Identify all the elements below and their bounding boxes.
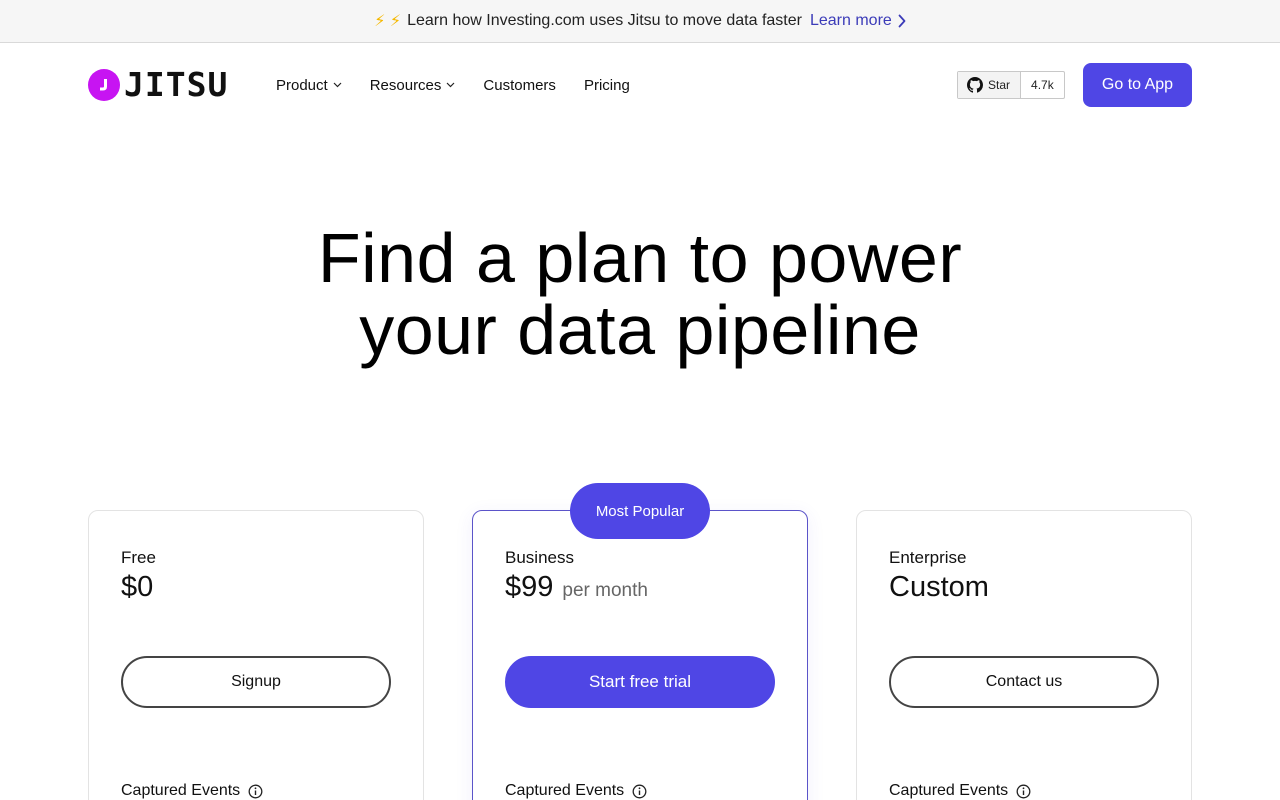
feature-label: Captured Events	[121, 782, 241, 799]
announcement-text: Learn how Investing.com uses Jitsu to mo…	[407, 12, 802, 29]
github-icon	[967, 77, 983, 93]
info-icon[interactable]	[632, 784, 647, 799]
start-free-trial-button[interactable]: Start free trial	[505, 656, 775, 708]
chevron-down-icon	[446, 82, 455, 88]
feature-captured-events: Captured Events	[121, 782, 263, 800]
chevron-down-icon	[333, 82, 342, 88]
hero-line-2: your data pipeline	[359, 291, 921, 369]
nav-item-label: Product	[276, 76, 328, 94]
nav-item-resources[interactable]: Resources	[370, 77, 456, 94]
github-star-widget[interactable]: Star 4.7k	[957, 71, 1065, 99]
feature-label: Captured Events	[889, 782, 1009, 799]
github-star-label: Star	[988, 78, 1011, 92]
feature-label: Captured Events	[505, 782, 625, 799]
nav-item-label: Resources	[369, 76, 442, 94]
lightning-icon: ⚡ ⚡	[374, 13, 402, 30]
nav-item-pricing[interactable]: Pricing	[584, 77, 630, 94]
nav-item-customers[interactable]: Customers	[483, 77, 556, 94]
nav-item-label: Customers	[483, 76, 556, 94]
price-amount: $99	[505, 571, 554, 603]
plan-card-business: Business $99 per month Start free trial …	[472, 510, 808, 800]
info-icon[interactable]	[1016, 784, 1031, 799]
plan-card-enterprise: Enterprise Custom Contact us Captured Ev…	[856, 510, 1192, 800]
hero-heading: Find a plan to power your data pipeline	[0, 222, 1280, 366]
logo-text: JITSU	[124, 65, 229, 104]
plan-name: Business	[505, 548, 574, 567]
plan-price: $99 per month	[505, 571, 648, 604]
feature-captured-events: Captured Events	[889, 782, 1031, 800]
contact-us-button[interactable]: Contact us	[889, 656, 1159, 708]
plan-card-free: Free $0 Signup Captured Events	[88, 510, 424, 800]
learn-more-label: Learn more	[809, 12, 892, 29]
learn-more-link[interactable]: Learn more	[810, 12, 906, 30]
chevron-right-icon	[898, 14, 906, 28]
signup-button[interactable]: Signup	[121, 656, 391, 708]
price-amount: $0	[121, 571, 154, 603]
feature-captured-events: Captured Events	[505, 782, 647, 800]
plan-price: $0	[121, 571, 153, 604]
plan-name: Free	[121, 548, 156, 567]
github-star-count[interactable]: 4.7k	[1021, 72, 1064, 98]
main-menu: Product Resources Customers Pricing	[276, 43, 658, 127]
info-icon[interactable]	[248, 784, 263, 799]
most-popular-badge: Most Popular	[570, 483, 710, 539]
nav-item-product[interactable]: Product	[276, 77, 342, 94]
logo-mark-icon	[88, 69, 120, 101]
plan-name: Enterprise	[889, 548, 967, 567]
price-amount: Custom	[889, 571, 989, 603]
github-star-button[interactable]: Star	[958, 72, 1022, 98]
hero-line-1: Find a plan to power	[317, 219, 963, 297]
nav-item-label: Pricing	[583, 76, 630, 94]
go-to-app-button[interactable]: Go to App	[1083, 63, 1192, 107]
announcement-bar: ⚡ ⚡ Learn how Investing.com uses Jitsu t…	[0, 0, 1280, 43]
plan-price: Custom	[889, 571, 989, 604]
jitsu-logo[interactable]: JITSU	[88, 67, 228, 103]
price-period: per month	[562, 580, 648, 601]
top-nav: JITSU Product Resources Customers Pricin…	[0, 43, 1280, 127]
